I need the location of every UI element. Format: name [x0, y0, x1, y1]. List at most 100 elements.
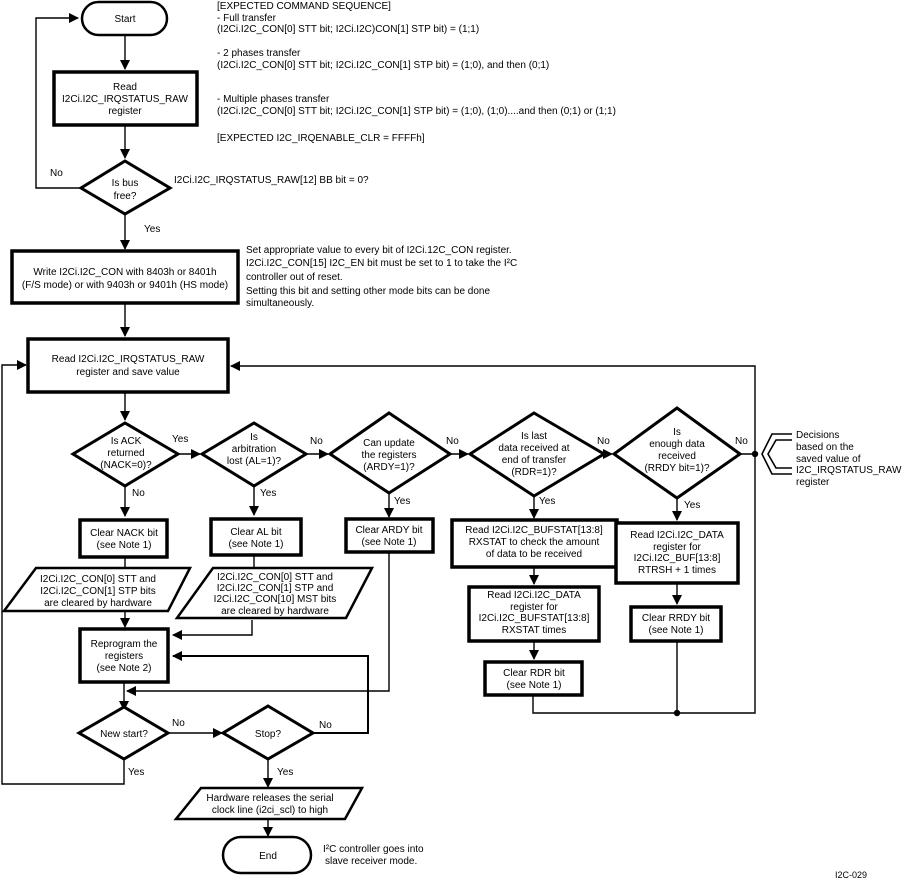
new-start-label: New start? — [100, 729, 148, 740]
clear-rrdy-line2: (see Note 1) — [648, 625, 703, 636]
label-busfree-yes: Yes — [144, 224, 160, 235]
read-data-rxstat-line3: I2Ci.I2C_BUFSTAT[13:8] — [479, 613, 590, 624]
rrdy-line2: enough data — [649, 439, 705, 450]
con-note-line-4: simultaneously. — [246, 298, 314, 309]
end-label: End — [259, 851, 277, 862]
bus-free-line2: free? — [114, 191, 137, 202]
decisions-note: Decisions based on the saved value of I2… — [796, 430, 902, 488]
seq-line-0: [EXPECTED COMMAND SEQUENCE] — [217, 1, 391, 12]
clear-rdr-line2: (see Note 1) — [506, 680, 561, 691]
edge-hwal-reprogram — [172, 620, 253, 640]
label-ack-yes: Yes — [172, 434, 188, 445]
read-bufstat-line2: RXSTAT to check the amount — [469, 537, 600, 548]
label-ack-no: No — [132, 488, 145, 499]
decisions-note-line-3: I2C_IRQSTATUS_RAW — [796, 465, 902, 476]
hw-al-line4: are cleared by hardware — [221, 606, 329, 617]
write-con-line2: (F/S mode) or with 9403h or 9401h (HS mo… — [22, 280, 228, 291]
label-busfree-no: No — [50, 168, 63, 179]
read-save-line2: register and save value — [76, 367, 180, 378]
seq-line-4: - 2 phases transfer — [217, 48, 301, 59]
ack-line1: Is ACK — [111, 436, 142, 447]
rdr-line1: Is last — [521, 431, 547, 442]
hw-al-line3: I2Ci.I2C_CON[10] MST bits — [214, 594, 337, 605]
seq-line-1: - Full transfer — [217, 13, 277, 24]
figure-id: I2C-029 — [835, 870, 867, 879]
con-note-line-2: controller out of reset. — [246, 272, 343, 283]
clear-nack-line2: (see Note 1) — [96, 540, 151, 551]
clear-rdr-line1: Clear RDR bit — [503, 668, 565, 679]
label-rdr-yes: Yes — [539, 496, 555, 507]
con-note: Set appropriate value to every bit of I2… — [246, 245, 517, 309]
read-data-rtrsh-line3: I2Ci.I2C_BUF[13:8] — [634, 553, 721, 564]
label-ardy-no: No — [446, 436, 459, 447]
end-note-line-1: slave receiver mode. — [325, 856, 417, 867]
label-stop-no: No — [319, 720, 332, 731]
hw-nack-line3: are cleared by hardware — [44, 598, 152, 609]
write-con-line1: Write I2Ci.I2C_CON with 8403h or 8401h — [33, 267, 216, 278]
label-newstart-yes: Yes — [128, 767, 144, 778]
hw-al-line2: I2Ci.I2C_CON[1] STP and — [217, 583, 334, 594]
read-raw-line1: Read — [113, 82, 137, 93]
stop-label: Stop? — [255, 729, 282, 740]
reprogram-line3: (see Note 2) — [96, 663, 151, 674]
con-note-line-0: Set appropriate value to every bit of I2… — [246, 245, 512, 256]
rdr-line2: data received at — [498, 443, 569, 454]
read-data-rxstat-line2: register for — [510, 602, 558, 613]
read-save-line1: Read I2Ci.I2C_IRQSTATUS_RAW — [52, 354, 205, 365]
i2c-receive-flowchart: Start Read I2Ci.I2C_IRQSTATUS_RAW regist… — [1, 0, 902, 879]
hw-al-line1: I2Ci.I2C_CON[0] STT and — [217, 572, 333, 583]
read-bufstat-line1: Read I2Ci.I2C_BUFSTAT[13:8] — [465, 525, 603, 536]
read-raw-line3: register — [108, 106, 142, 117]
clear-rrdy-line1: Clear RRDY bit — [642, 613, 710, 624]
arb-line2: arbitration — [232, 444, 276, 455]
con-note-line-3: Setting this bit and setting other mode … — [246, 286, 490, 297]
label-rdr-no: No — [597, 436, 610, 447]
ardy-line2: the registers — [361, 450, 416, 461]
read-data-rxstat-line4: RXSTAT times — [502, 625, 566, 636]
hw-release-line1: Hardware releases the serial — [206, 793, 333, 804]
hw-nack-line1: I2Ci.I2C_CON[0] STT and — [40, 574, 156, 585]
label-ardy-yes: Yes — [394, 496, 410, 507]
clear-al-line1: Clear AL bit — [230, 527, 282, 538]
seq-line-2: (I2Ci.I2C_CON[0] STT bit; I2Ci.I2C)CON[1… — [217, 24, 479, 35]
clear-ardy-line1: Clear ARDY bit — [355, 525, 422, 536]
ack-line3: (NACK=0)? — [100, 460, 152, 471]
con-note-line-1: I2Ci.I2C_CON[15] I2C_EN bit must be set … — [246, 258, 517, 269]
hw-nack-line2: I2Ci.I2C_CON[1] STP bits — [40, 586, 155, 597]
reprogram-line2: registers — [105, 651, 143, 662]
label-stop-yes: Yes — [277, 767, 293, 778]
rdr-line3: end of transfer — [502, 455, 567, 466]
decisions-arrow-icon — [761, 433, 792, 475]
read-bufstat-line3: of data to be received — [486, 549, 582, 560]
decisions-note-line-4: register — [796, 477, 830, 488]
clear-ardy-line2: (see Note 1) — [361, 537, 416, 548]
arb-line1: Is — [250, 432, 258, 443]
clear-al-line2: (see Note 1) — [228, 539, 283, 550]
rrdy-line3: received — [658, 451, 696, 462]
hw-release-line2: clock line (i2ci_scl) to high — [212, 805, 328, 816]
decisions-note-line-0: Decisions — [796, 430, 839, 441]
start-label: Start — [114, 14, 135, 25]
rdr-line4: (RDR=1)? — [511, 467, 557, 478]
junction-dot-bottom — [673, 709, 681, 717]
read-save-box — [26, 337, 230, 394]
ardy-line1: Can update — [363, 438, 415, 449]
label-arb-yes: Yes — [260, 488, 276, 499]
label-rrdy-no: No — [735, 436, 748, 447]
bus-free-line1: Is bus — [112, 178, 139, 189]
bus-condition-note: I2Ci.I2C_IRQSTATUS_RAW[12] BB bit = 0? — [174, 175, 369, 186]
seq-line-11: [EXPECTED I2C_IRQENABLE_CLR = FFFFh] — [217, 133, 425, 144]
seq-line-8: - Multiple phases transfer — [217, 94, 330, 105]
end-note: I²C controller goes into slave receiver … — [323, 844, 424, 867]
label-newstart-no: No — [172, 718, 185, 729]
label-rrdy-yes: Yes — [684, 500, 700, 511]
rrdy-line4: (RRDY bit=1)? — [644, 463, 710, 474]
decisions-note-line-1: based on the — [796, 442, 854, 453]
ardy-line3: (ARDY=1)? — [363, 462, 415, 473]
read-data-rtrsh-line4: RTRSH + 1 times — [638, 565, 716, 576]
label-arb-no: No — [310, 436, 323, 447]
arb-line3: lost (AL=1)? — [227, 456, 282, 467]
clear-nack-line1: Clear NACK bit — [90, 528, 158, 539]
read-raw-line2: I2Ci.I2C_IRQSTATUS_RAW — [62, 94, 189, 105]
ack-line2: returned — [107, 448, 144, 459]
